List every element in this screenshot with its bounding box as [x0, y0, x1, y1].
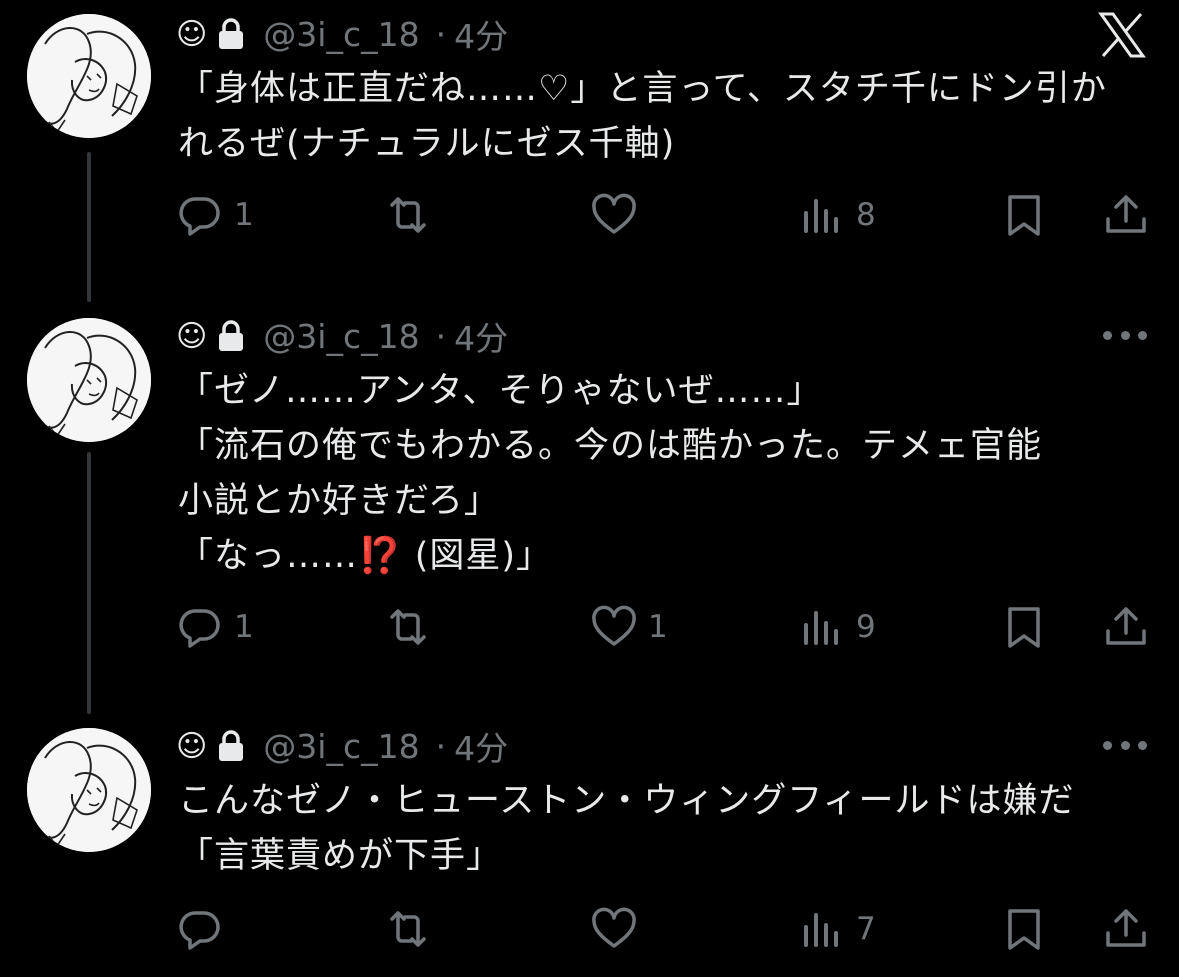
timestamp[interactable]: 4分	[454, 10, 508, 58]
reply-button[interactable]: 1	[176, 602, 254, 652]
smile-icon: ☺	[176, 318, 208, 354]
tweet-text: 「身体は正直だね……♡」と言って、スタチ千にドン引か れるぜ(ナチュラルにゼス千…	[178, 69, 1107, 164]
share-button[interactable]	[1102, 190, 1150, 240]
action-bar: 1 1 9	[176, 602, 1151, 652]
more-icon[interactable]	[1103, 328, 1147, 342]
avatar[interactable]	[27, 728, 151, 852]
separator-dot: ·	[435, 726, 447, 766]
like-button[interactable]	[590, 190, 648, 240]
views-button[interactable]: 7	[798, 904, 876, 954]
share-icon	[1106, 607, 1146, 645]
action-bar: 1 8	[176, 190, 1151, 240]
retweet-button[interactable]	[384, 190, 442, 240]
thread-connector	[87, 152, 91, 302]
reply-icon	[179, 911, 220, 950]
lock-icon	[219, 18, 244, 49]
bookmark-icon	[1008, 195, 1040, 236]
retweet-button[interactable]	[384, 602, 442, 652]
reply-button[interactable]	[176, 904, 234, 954]
bookmark-button[interactable]	[1000, 904, 1048, 954]
like-button[interactable]: 1	[590, 602, 668, 652]
share-button[interactable]	[1102, 602, 1150, 652]
reply-icon	[179, 197, 220, 236]
views-icon	[804, 611, 838, 645]
avatar[interactable]	[27, 14, 151, 138]
separator-dot: ·	[435, 316, 447, 356]
reply-count: 1	[234, 609, 254, 645]
views-icon	[804, 913, 838, 947]
heart-icon	[592, 907, 636, 948]
like-count: 1	[648, 609, 668, 645]
thread-view: ☺ @3i_c_18 · 4分 「身体は正直だね……♡」と言って、スタチ千にドン…	[0, 0, 1179, 977]
reply-count: 1	[234, 197, 254, 233]
timestamp[interactable]: 4分	[454, 722, 508, 770]
tweet-text-tail: (図星)」	[402, 536, 553, 576]
retweet-button[interactable]	[384, 904, 442, 954]
more-icon[interactable]	[1103, 738, 1147, 752]
share-icon	[1106, 909, 1146, 947]
avatar-sketch	[27, 14, 151, 138]
tweet-header: ☺ @3i_c_18 · 4分	[176, 726, 508, 769]
user-handle[interactable]: @3i_c_18	[263, 317, 419, 356]
lock-icon	[219, 730, 244, 761]
retweet-icon	[390, 197, 426, 233]
smile-icon: ☺	[176, 16, 208, 52]
heart-icon	[592, 605, 636, 646]
heart-icon	[592, 193, 636, 234]
tweet-text: こんなゼノ・ヒューストン・ウィングフィールドは嫌だ 「言葉責めが下手」	[178, 781, 1075, 876]
views-button[interactable]: 9	[798, 602, 876, 652]
exclamation-question-emoji: ⁉️	[358, 536, 403, 576]
reply-button[interactable]: 1	[176, 190, 254, 240]
tweet-text-main: 「ゼノ……アンタ、そりゃないぜ……」 「流石の俺でもわかる。今のは酷かった。テメ…	[178, 371, 1043, 576]
avatar-sketch	[27, 318, 151, 442]
views-button[interactable]: 8	[798, 190, 876, 240]
views-count: 7	[856, 911, 876, 947]
bookmark-button[interactable]	[1000, 190, 1048, 240]
smile-icon: ☺	[176, 728, 208, 764]
bookmark-icon	[1008, 607, 1040, 648]
user-handle[interactable]: @3i_c_18	[263, 727, 419, 766]
like-button[interactable]	[590, 904, 648, 954]
views-count: 8	[856, 197, 876, 233]
lock-icon	[219, 320, 244, 351]
retweet-icon	[390, 609, 426, 645]
avatar-sketch	[27, 728, 151, 852]
separator-dot: ·	[435, 14, 447, 54]
x-logo-icon[interactable]	[1097, 10, 1147, 60]
tweet-text: 「ゼノ……アンタ、そりゃないぜ……」 「流石の俺でもわかる。今のは酷かった。テメ…	[178, 364, 1138, 584]
avatar[interactable]	[27, 318, 151, 442]
bookmark-icon	[1008, 909, 1040, 950]
views-icon	[804, 199, 838, 233]
timestamp[interactable]: 4分	[454, 312, 508, 360]
share-button[interactable]	[1102, 904, 1150, 954]
thread-connector	[87, 452, 91, 714]
tweet-header: ☺ @3i_c_18 · 4分	[176, 316, 508, 359]
user-handle[interactable]: @3i_c_18	[263, 15, 419, 54]
action-bar: 7	[176, 904, 1151, 954]
bookmark-button[interactable]	[1000, 602, 1048, 652]
views-count: 9	[856, 609, 876, 645]
reply-icon	[179, 609, 220, 648]
share-icon	[1106, 195, 1146, 233]
retweet-icon	[390, 911, 426, 947]
tweet-header: ☺ @3i_c_18 · 4分	[176, 14, 508, 57]
